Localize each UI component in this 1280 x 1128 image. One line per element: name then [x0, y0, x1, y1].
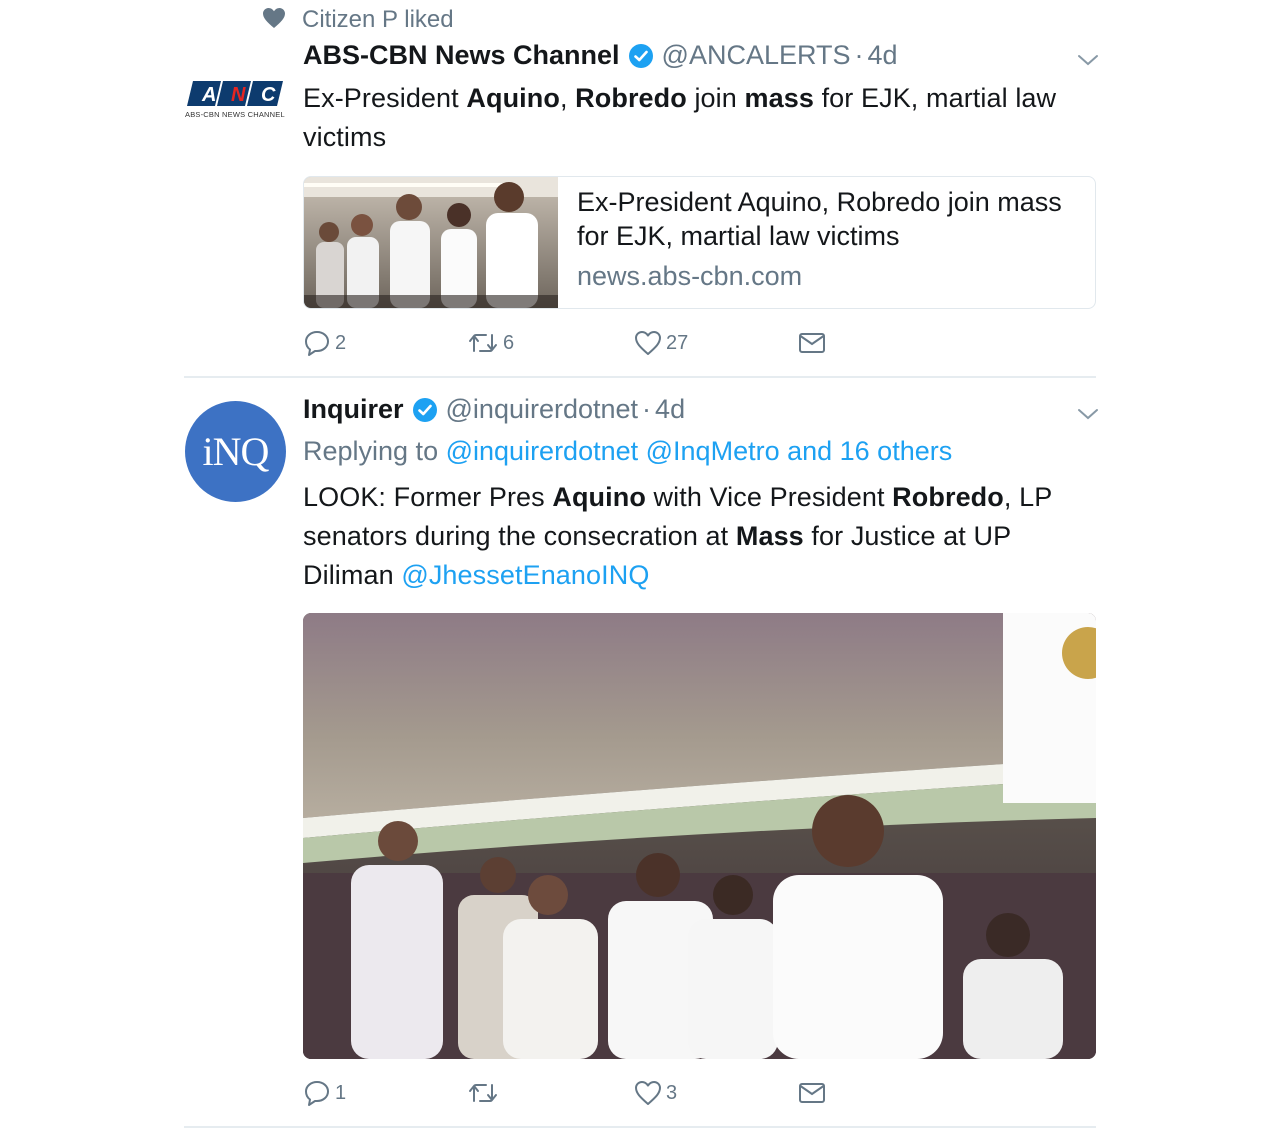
timestamp[interactable]: 4d	[868, 40, 898, 71]
avatar[interactable]: iNQ	[185, 401, 286, 502]
reply-button[interactable]: 2	[303, 329, 346, 357]
avatar-sub: ABS-CBN NEWS CHANNEL	[185, 110, 285, 119]
tweet-header: Inquirer @inquirerdotnet · 4d	[303, 394, 685, 425]
highlighted-term: Robredo	[575, 83, 687, 113]
tweet-header: ABS-CBN News Channel @ANCALERTS · 4d	[303, 40, 898, 71]
chevron-down-icon[interactable]	[1076, 406, 1100, 427]
highlighted-term: Robredo	[892, 482, 1004, 512]
highlighted-term: Aquino	[552, 482, 646, 512]
highlighted-term: Aquino	[466, 83, 560, 113]
reply-count: 2	[335, 331, 347, 354]
highlighted-term: Mass	[735, 521, 804, 551]
highlighted-term: mass	[744, 83, 814, 113]
link-card[interactable]: Ex-President Aquino, Robredo join mass f…	[303, 176, 1096, 309]
text-segment: with Vice President	[645, 482, 893, 512]
svg-text:A: A	[201, 84, 216, 106]
author-name[interactable]: ABS-CBN News Channel	[303, 40, 620, 71]
dm-button[interactable]	[798, 331, 826, 355]
verified-icon	[628, 43, 654, 69]
author-handle[interactable]: @inquirerdotnet	[446, 394, 639, 425]
text-segment: Ex-President	[303, 83, 467, 113]
reply-count: 1	[335, 1081, 347, 1104]
text-segment: join	[686, 83, 745, 113]
tweet-text: Ex-President Aquino, Robredo join mass f…	[303, 79, 1093, 157]
card-title: Ex-President Aquino, Robredo join mass f…	[577, 187, 1062, 251]
svg-text:C: C	[261, 84, 276, 106]
dm-button[interactable]	[798, 1081, 826, 1105]
envelope-icon	[799, 1083, 825, 1103]
text-segment: LOOK: Former Pres	[303, 482, 553, 512]
social-context-label: Citizen P liked	[302, 6, 454, 33]
heart-icon	[262, 7, 286, 34]
retweet-icon	[469, 334, 497, 352]
separator-dot: ·	[642, 394, 652, 424]
reply-icon	[305, 331, 329, 356]
heart-outline-icon	[635, 331, 661, 355]
timestamp[interactable]: 4d	[655, 394, 685, 425]
envelope-icon	[799, 333, 825, 353]
author-handle[interactable]: @ANCALERTS	[662, 40, 851, 71]
avatar-brand: iNQ	[202, 429, 270, 474]
separator-dot: ·	[854, 40, 864, 70]
replying-to: Replying to @inquirerdotnet @InqMetro an…	[303, 436, 952, 467]
card-domain: news.abs-cbn.com	[577, 261, 803, 291]
replying-prefix: Replying to	[303, 436, 439, 466]
mention-link[interactable]: @JhessetEnanoINQ	[401, 560, 649, 590]
retweet-button[interactable]: 6	[467, 329, 514, 357]
verified-icon	[412, 397, 438, 423]
text-segment: ,	[559, 83, 576, 113]
like-button[interactable]: 27	[634, 329, 688, 357]
chevron-down-icon[interactable]	[1076, 52, 1100, 73]
like-count: 27	[666, 331, 689, 354]
card-image	[304, 177, 558, 308]
svg-text:N: N	[231, 84, 246, 106]
like-count: 3	[666, 1081, 678, 1104]
divider	[184, 376, 1096, 378]
author-name[interactable]: Inquirer	[303, 394, 404, 425]
reply-icon	[305, 1081, 329, 1106]
tweet-photo[interactable]	[303, 613, 1096, 1059]
like-button[interactable]: 3	[634, 1079, 677, 1107]
avatar[interactable]: A N C ABS-CBN NEWS CHANNEL	[185, 78, 285, 124]
social-context: Citizen P liked	[262, 6, 454, 34]
reply-button[interactable]: 1	[303, 1079, 346, 1107]
heart-outline-icon	[635, 1081, 661, 1105]
retweet-icon	[469, 1084, 497, 1102]
replying-targets-link[interactable]: @inquirerdotnet @InqMetro and 16 others	[446, 436, 953, 466]
retweet-button[interactable]	[467, 1079, 503, 1107]
retweet-count: 6	[503, 331, 515, 354]
tweet-text: LOOK: Former Pres Aquino with Vice Presi…	[303, 478, 1093, 595]
